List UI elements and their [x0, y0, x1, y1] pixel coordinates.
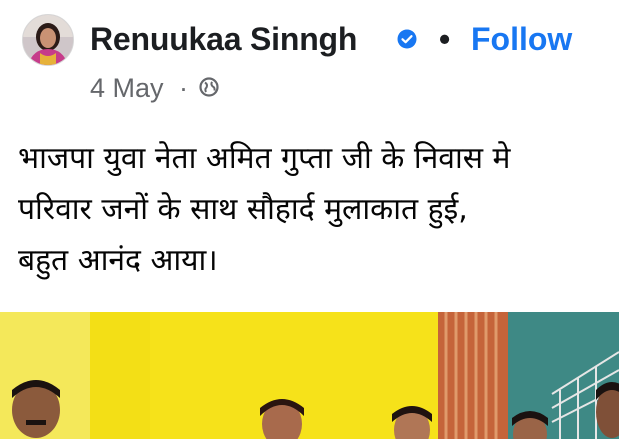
post-text: भाजपा युवा नेता अमित गुप्ता जी के निवास …: [18, 133, 619, 286]
post-header: Renuukaa Sinngh • Follow 4 May ·: [0, 0, 619, 118]
verified-badge-icon: [397, 29, 417, 49]
post-text-line: बहुत आनंद आया।: [18, 243, 218, 278]
timestamp-separator: ·: [179, 73, 188, 103]
group-photo-image: [0, 312, 619, 443]
globe-icon[interactable]: [199, 77, 219, 97]
avatar-image: [23, 15, 73, 65]
post-text-line: परिवार जनों के साथ सौहार्द मुलाकात हुई,: [18, 192, 468, 227]
follow-button[interactable]: Follow: [471, 20, 572, 58]
author-avatar[interactable]: [22, 14, 74, 66]
author-name[interactable]: Renuukaa Sinngh: [90, 20, 357, 58]
post-text-line: भाजपा युवा नेता अमित गुप्ता जी के निवास …: [18, 141, 511, 176]
header-separator: •: [439, 21, 451, 57]
post-timestamp[interactable]: 4 May: [90, 72, 164, 104]
post-photo[interactable]: [0, 312, 619, 443]
